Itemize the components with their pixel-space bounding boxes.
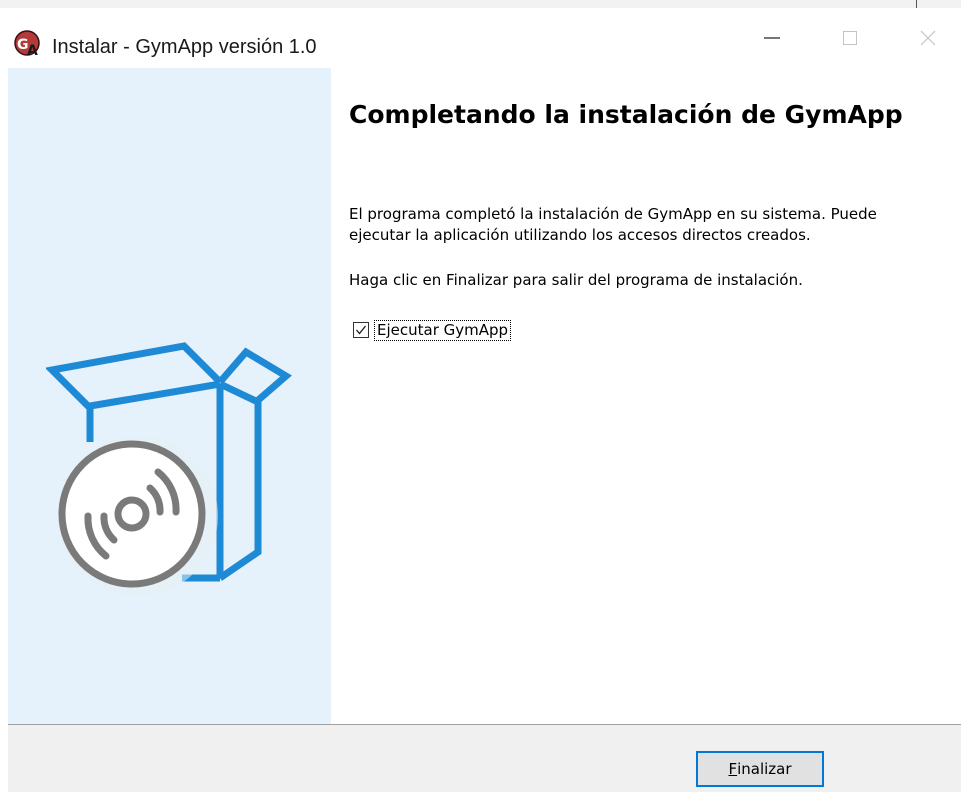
wizard-content: Completando la instalación de GymApp El … (331, 68, 961, 724)
minimize-icon (764, 37, 780, 39)
close-button (898, 8, 958, 68)
maximize-button (820, 8, 880, 68)
svg-text:A: A (27, 43, 38, 58)
finish-label: inalizar (737, 760, 792, 778)
software-box-disc-icon (46, 342, 292, 596)
finish-instruction: Haga clic en Finalizar para salir del pr… (349, 271, 803, 289)
taskbar-edge-strip (0, 0, 961, 8)
close-icon (920, 30, 936, 46)
wizard-footer: Finalizar (8, 725, 961, 792)
gymapp-logo-icon: G A (14, 30, 40, 58)
run-app-checkbox-row[interactable]: Ejecutar GymApp (353, 318, 512, 342)
run-app-label[interactable]: Ejecutar GymApp (373, 319, 512, 341)
window-title: Instalar - GymApp versión 1.0 (52, 36, 317, 58)
title-bar[interactable]: G A Instalar - GymApp versión 1.0 (0, 8, 961, 68)
run-app-checkbox[interactable] (353, 322, 369, 338)
wizard-side-panel (8, 68, 331, 724)
page-title: Completando la instalación de GymApp (349, 100, 903, 129)
maximize-icon (843, 31, 857, 45)
strip-divider (916, 0, 917, 8)
minimize-button[interactable] (742, 8, 802, 68)
checkmark-icon (356, 325, 367, 335)
finish-mnemonic: F (728, 760, 738, 778)
finish-button[interactable]: Finalizar (696, 751, 824, 787)
completion-message: El programa completó la instalación de G… (349, 205, 877, 244)
